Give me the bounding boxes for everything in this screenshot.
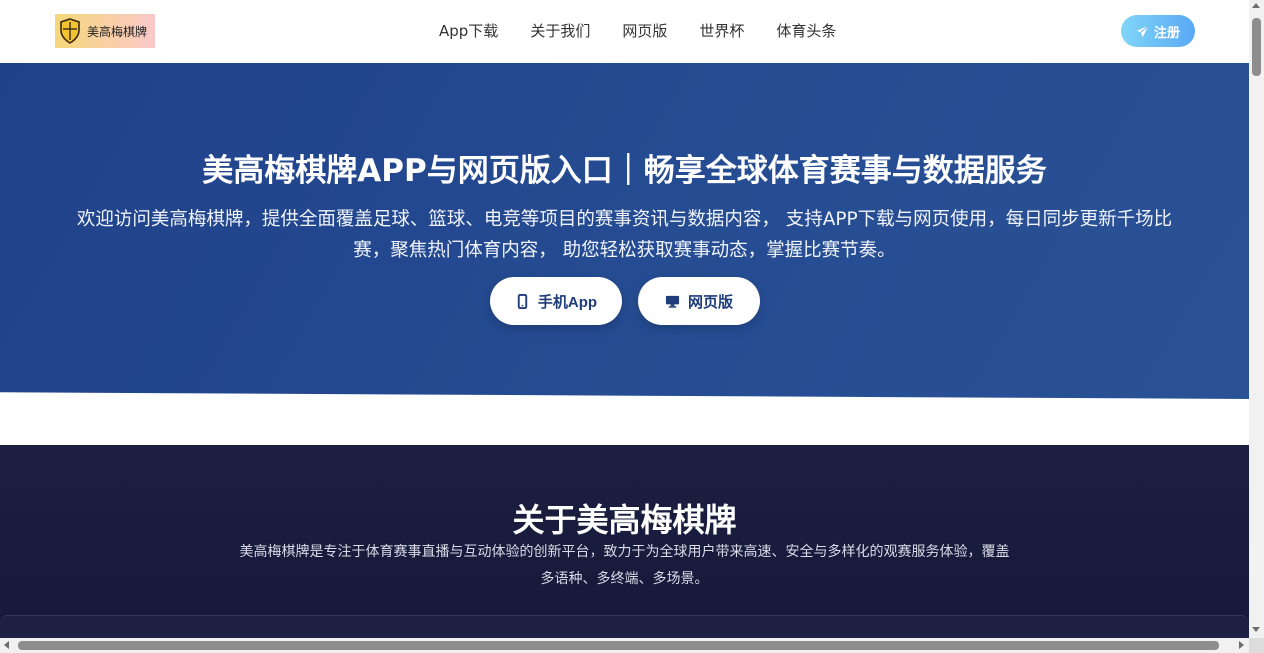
mobile-app-button[interactable]: 手机App (490, 277, 622, 325)
web-version-button[interactable]: 网页版 (638, 277, 760, 325)
nav-item-sports-headlines[interactable]: 体育头条 (776, 20, 836, 41)
about-title: 关于美高梅棋牌 (512, 501, 737, 539)
register-label: 注册 (1153, 24, 1180, 40)
desktop-monitor-icon (665, 295, 680, 308)
register-button[interactable]: 注册 (1121, 15, 1195, 47)
vertical-scrollbar[interactable] (1249, 0, 1264, 653)
hero-section: 美高梅棋牌APP与网页版入口｜畅享全球体育赛事与数据服务 欢迎访问美高梅棋牌，提… (0, 63, 1249, 399)
scroll-right-arrow-icon[interactable] (1239, 641, 1244, 649)
site-header: 美高梅棋牌 App下载 关于我们 网页版 世界杯 体育头条 注册 (0, 0, 1249, 63)
web-version-label: 网页版 (687, 293, 733, 311)
mobile-app-label: 手机App (537, 293, 598, 311)
about-description: 美高梅棋牌是专注于体育赛事直播与互动体验的创新平台，致力于为全球用户带来高速、安… (239, 544, 1010, 587)
scrollbar-corner (1249, 638, 1264, 653)
logo-text: 美高梅棋牌 (87, 24, 148, 39)
mobile-phone-icon (517, 293, 528, 309)
shield-logo-icon (60, 18, 80, 44)
scroll-up-arrow-icon[interactable] (1252, 3, 1260, 8)
hero-description: 欢迎访问美高梅棋牌，提供全面覆盖足球、篮球、电竞等项目的赛事资讯与数据内容， 支… (76, 209, 1173, 261)
nav-item-world-cup[interactable]: 世界杯 (699, 20, 744, 41)
hero-button-group: 手机App 网页版 (490, 277, 760, 325)
main-nav: App下载 关于我们 网页版 世界杯 体育头条 (439, 20, 836, 41)
site-logo[interactable]: 美高梅棋牌 (55, 14, 155, 48)
scroll-left-arrow-icon[interactable] (4, 641, 9, 649)
horizontal-scroll-thumb[interactable] (18, 641, 1219, 650)
scroll-down-arrow-icon[interactable] (1252, 627, 1260, 632)
nav-item-about-us[interactable]: 关于我们 (530, 20, 590, 41)
vertical-scroll-thumb[interactable] (1252, 18, 1261, 76)
paper-plane-icon (1136, 25, 1149, 37)
nav-item-web-version[interactable]: 网页版 (622, 20, 667, 41)
about-section: 关于美高梅棋牌 美高梅棋牌是专注于体育赛事直播与互动体验的创新平台，致力于为全球… (0, 445, 1249, 653)
hero-title: 美高梅棋牌APP与网页版入口｜畅享全球体育赛事与数据服务 (202, 153, 1047, 189)
nav-item-app-download[interactable]: App下载 (439, 20, 498, 41)
